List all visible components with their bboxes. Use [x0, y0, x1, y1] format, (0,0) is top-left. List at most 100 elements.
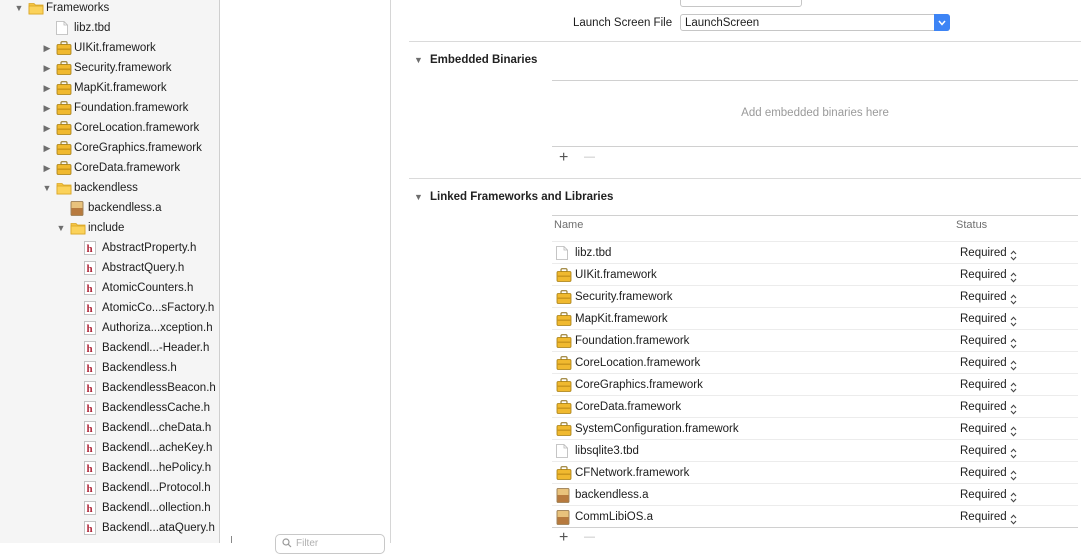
- navigator-item[interactable]: ▶ UIKit.framework: [0, 38, 219, 58]
- status-popup[interactable]: Required: [960, 484, 1007, 506]
- framework-row[interactable]: Security.framework Required: [552, 285, 1078, 308]
- status-popup[interactable]: Required: [960, 286, 1007, 308]
- framework-name: CoreData.framework: [575, 401, 682, 413]
- linked-table-bottom: [552, 527, 1078, 528]
- launch-screen-popup[interactable]: LaunchScreen: [680, 14, 950, 31]
- navigator-item[interactable]: h Backendless.h: [0, 358, 219, 378]
- status-popup[interactable]: Required: [960, 330, 1007, 352]
- framework-row[interactable]: CoreData.framework Required: [552, 395, 1078, 418]
- navigator-item[interactable]: libz.tbd: [0, 18, 219, 38]
- status-popup[interactable]: Required: [960, 352, 1007, 374]
- navigator-item[interactable]: h Backendl...ataQuery.h: [0, 518, 219, 538]
- navigator-item[interactable]: h BackendlessBeacon.h: [0, 378, 219, 398]
- launch-screen-value: LaunchScreen: [685, 17, 760, 29]
- header-icon: h: [84, 421, 100, 435]
- status-popup[interactable]: Required: [960, 418, 1007, 440]
- disclosure-open-icon[interactable]: ▼: [14, 0, 24, 18]
- navigator-item-label: Backendless.h: [102, 362, 177, 374]
- section-divider: [409, 41, 1081, 42]
- navigator-item[interactable]: h BackendlessCache.h: [0, 398, 219, 418]
- navigator-item[interactable]: ▶ MapKit.framework: [0, 78, 219, 98]
- filter-placeholder: Filter: [296, 538, 319, 549]
- updown-arrows-icon[interactable]: [1010, 511, 1017, 533]
- framework-row[interactable]: libz.tbd Required: [552, 241, 1078, 264]
- disclosure-closed-icon[interactable]: ▶: [42, 118, 52, 138]
- navigator-item[interactable]: h Backendl...Protocol.h: [0, 478, 219, 498]
- framework-row[interactable]: CommLibiOS.a Required: [552, 505, 1078, 528]
- embedded-add-button[interactable]: +: [559, 149, 568, 167]
- disclosure-closed-icon[interactable]: ▶: [42, 38, 52, 58]
- navigator-item[interactable]: h Backendl...hePolicy.h: [0, 458, 219, 478]
- navigator-item[interactable]: ▶ CoreData.framework: [0, 158, 219, 178]
- framework-name: Foundation.framework: [575, 335, 690, 347]
- navigator-item[interactable]: h Backendl...acheKey.h: [0, 438, 219, 458]
- filter-field[interactable]: Filter: [275, 534, 385, 554]
- disclosure-open-icon[interactable]: ▼: [56, 218, 66, 238]
- navigator-item[interactable]: ▼ backendless: [0, 178, 219, 198]
- linked-remove-button[interactable]: —: [584, 531, 595, 543]
- status-popup[interactable]: Required: [960, 440, 1007, 462]
- navigator-item[interactable]: h AbstractProperty.h: [0, 238, 219, 258]
- navigator-item-label: Backendl...ollection.h: [102, 502, 211, 514]
- disclosure-closed-icon[interactable]: ▶: [42, 158, 52, 178]
- linked-add-button[interactable]: +: [559, 529, 568, 547]
- top-popup[interactable]: [680, 0, 802, 7]
- status-popup[interactable]: Required: [960, 374, 1007, 396]
- disclosure-open-icon[interactable]: ▼: [42, 178, 52, 198]
- status-popup[interactable]: Required: [960, 242, 1007, 264]
- navigator-item[interactable]: h Backendl...ollection.h: [0, 498, 219, 518]
- navigator-item[interactable]: ▼ Frameworks: [0, 0, 219, 18]
- library-icon: [556, 510, 572, 525]
- navigator-item[interactable]: backendless.a: [0, 198, 219, 218]
- navigator-item[interactable]: ▶ CoreGraphics.framework: [0, 138, 219, 158]
- framework-name: MapKit.framework: [575, 313, 668, 325]
- framework-row[interactable]: Foundation.framework Required: [552, 329, 1078, 352]
- framework-name: libsqlite3.tbd: [575, 445, 639, 457]
- embedded-binaries-table[interactable]: Add embedded binaries here: [552, 81, 1078, 146]
- framework-row[interactable]: CoreLocation.framework Required: [552, 351, 1078, 374]
- navigator-item[interactable]: ▶ Security.framework: [0, 58, 219, 78]
- status-popup[interactable]: Required: [960, 462, 1007, 484]
- navigator-item[interactable]: ▼ include: [0, 218, 219, 238]
- file-icon: [56, 21, 72, 35]
- navigator-item[interactable]: h Authoriza...xception.h: [0, 318, 219, 338]
- disclosure-open-icon[interactable]: ▼: [414, 55, 423, 65]
- header-icon: h: [84, 281, 100, 295]
- status-popup[interactable]: Required: [960, 396, 1007, 418]
- navigator-item-label: BackendlessBeacon.h: [102, 382, 216, 394]
- framework-row[interactable]: CoreGraphics.framework Required: [552, 373, 1078, 396]
- embedded-remove-button[interactable]: —: [584, 151, 595, 163]
- framework-icon: [556, 378, 572, 392]
- status-popup[interactable]: Required: [960, 264, 1007, 286]
- framework-row[interactable]: MapKit.framework Required: [552, 307, 1078, 330]
- disclosure-closed-icon[interactable]: ▶: [42, 138, 52, 158]
- navigator-item[interactable]: h AbstractQuery.h: [0, 258, 219, 278]
- navigator-item[interactable]: ▶ Foundation.framework: [0, 98, 219, 118]
- navigator-item[interactable]: ▶ CoreLocation.framework: [0, 118, 219, 138]
- navigator-item-label: Backendl...ataQuery.h: [102, 522, 215, 534]
- navigator-item-label: Foundation.framework: [74, 102, 189, 114]
- framework-icon: [56, 121, 72, 135]
- status-popup[interactable]: Required: [960, 308, 1007, 330]
- disclosure-closed-icon[interactable]: ▶: [42, 78, 52, 98]
- disclosure-open-icon[interactable]: ▼: [414, 192, 423, 202]
- header-icon: h: [84, 481, 100, 495]
- column-header-status[interactable]: Status: [956, 219, 987, 231]
- column-header-name[interactable]: Name: [554, 219, 583, 231]
- framework-row[interactable]: CFNetwork.framework Required: [552, 461, 1078, 484]
- disclosure-closed-icon[interactable]: ▶: [42, 98, 52, 118]
- framework-row[interactable]: libsqlite3.tbd Required: [552, 439, 1078, 462]
- navigator-item[interactable]: h Backendl...-Header.h: [0, 338, 219, 358]
- header-icon: h: [84, 301, 100, 315]
- framework-row[interactable]: UIKit.framework Required: [552, 263, 1078, 286]
- framework-row[interactable]: backendless.a Required: [552, 483, 1078, 506]
- folder-icon: [28, 1, 44, 15]
- disclosure-closed-icon[interactable]: ▶: [42, 58, 52, 78]
- navigator-item[interactable]: h AtomicCounters.h: [0, 278, 219, 298]
- header-icon: h: [84, 461, 100, 475]
- framework-row[interactable]: SystemConfiguration.framework Required: [552, 417, 1078, 440]
- navigator-item[interactable]: h Backendl...cheData.h: [0, 418, 219, 438]
- launch-screen-label: Launch Screen File: [573, 17, 673, 29]
- status-popup[interactable]: Required: [960, 506, 1007, 528]
- navigator-item[interactable]: h AtomicCo...sFactory.h: [0, 298, 219, 318]
